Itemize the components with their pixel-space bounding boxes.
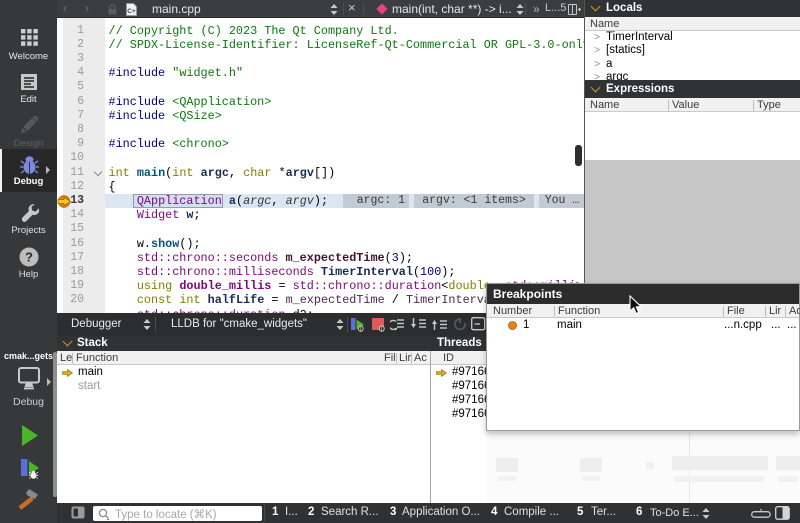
svg-text:?: ?: [25, 250, 33, 265]
svg-text:C+: C+: [127, 8, 136, 15]
